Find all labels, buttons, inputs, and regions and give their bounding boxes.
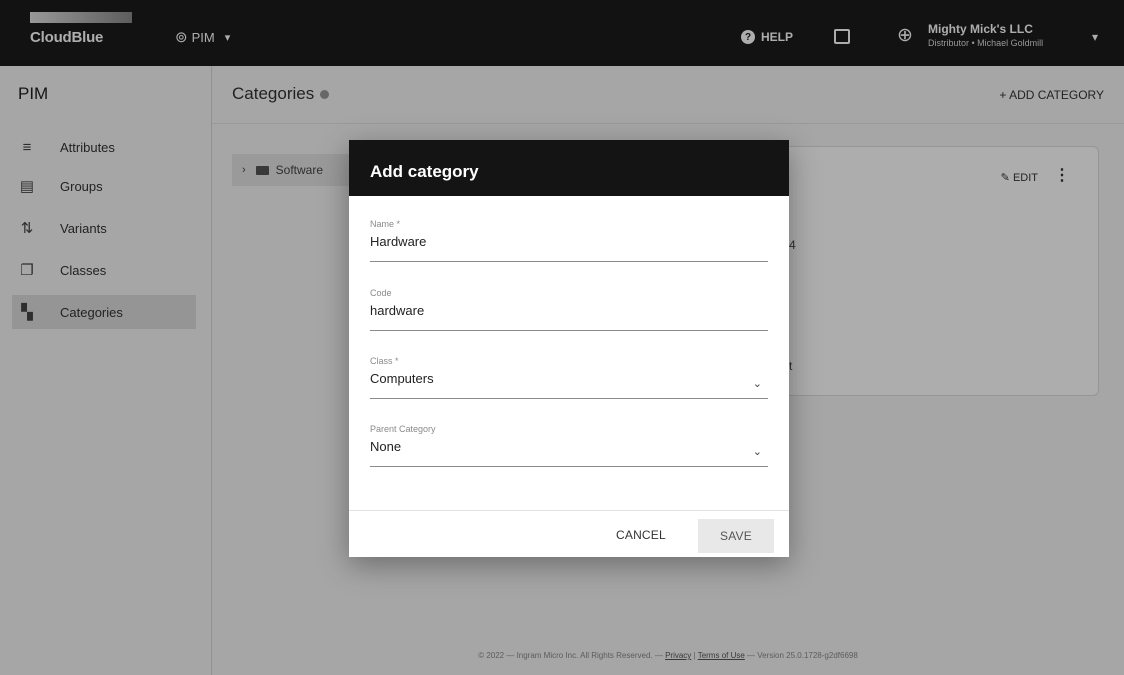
class-value: Computers [370,371,434,386]
chevron-down-icon[interactable]: ⌄ [753,445,762,458]
name-label: Name * [370,219,401,229]
dialog-footer: CANCEL SAVE [349,510,789,557]
parent-category-value: None [370,439,402,454]
class-label: Class * [370,356,399,366]
add-category-dialog: Add category Name * Hardware Code hardwa… [349,140,789,557]
save-button[interactable]: SAVE [698,519,774,553]
chevron-down-icon[interactable]: ⌄ [753,377,762,390]
code-label: Code [370,288,392,298]
name-input[interactable]: Hardware [370,234,768,249]
parent-category-select[interactable]: Parent Category None ⌄ [370,424,768,467]
dialog-title: Add category [349,140,789,196]
class-select[interactable]: Class * Computers ⌄ [370,356,768,399]
name-field[interactable]: Name * Hardware [370,219,768,262]
parent-category-label: Parent Category [370,424,436,434]
code-input[interactable]: hardware [370,303,768,318]
cancel-button[interactable]: CANCEL [616,528,666,542]
code-field[interactable]: Code hardware [370,288,768,331]
